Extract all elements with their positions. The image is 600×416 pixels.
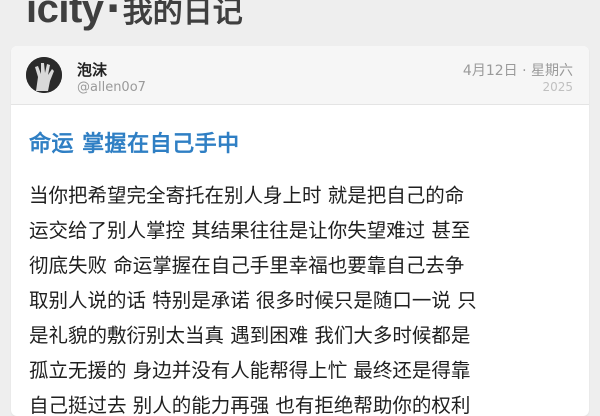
brand-subtitle: 我的日记 xyxy=(122,0,243,30)
post-date: 4月12日 · 星期六 xyxy=(462,63,573,79)
diary-post-card[interactable]: 泡沫 @allen0o7 4月12日 · 星期六 2025 命运 掌握在自己手中… xyxy=(11,46,589,416)
post-body-line: 彻底失败 命运掌握在自己手里幸福也要靠自己去争 xyxy=(29,254,465,277)
post-body-line: 自己挺过去 别人的能力再强 也有拒绝帮助你的权利 xyxy=(29,394,471,416)
post-year: 2025 xyxy=(542,80,573,94)
post-body-line: 孤立无援的 身边并没有人能帮得上忙 最终还是得靠 xyxy=(29,359,471,382)
post-body-line: 是礼貌的敷衍别太当真 遇到困难 我们大多时候都是 xyxy=(29,324,471,347)
post-body-line: 运交给了别人掌控 其结果往往是让你失望难过 甚至 xyxy=(29,219,471,242)
author-name[interactable]: 泡沫 xyxy=(77,59,107,80)
author-handle: @allen0o7 xyxy=(77,80,146,95)
brand-separator: · xyxy=(105,0,121,32)
post-body-line: 当你把希望完全寄托在别人身上时 就是把自己的命 xyxy=(29,184,465,207)
avatar[interactable] xyxy=(26,57,62,93)
post-title: 命运 掌握在自己手中 xyxy=(29,132,240,157)
post-body-line: 取别人说的话 特别是承诺 很多时候只是随口一说 只 xyxy=(29,289,477,312)
brand-name: icity xyxy=(26,0,104,31)
post-header: 泡沫 @allen0o7 4月12日 · 星期六 2025 xyxy=(11,46,589,105)
app-header: icity · 我的日记 xyxy=(0,0,600,40)
post-body: 当你把希望完全寄托在别人身上时 就是把自己的命 运交给了别人掌控 其结果往往是让… xyxy=(29,178,579,416)
app-brand: icity · 我的日记 xyxy=(26,0,243,32)
hand-avatar-icon xyxy=(26,57,62,93)
